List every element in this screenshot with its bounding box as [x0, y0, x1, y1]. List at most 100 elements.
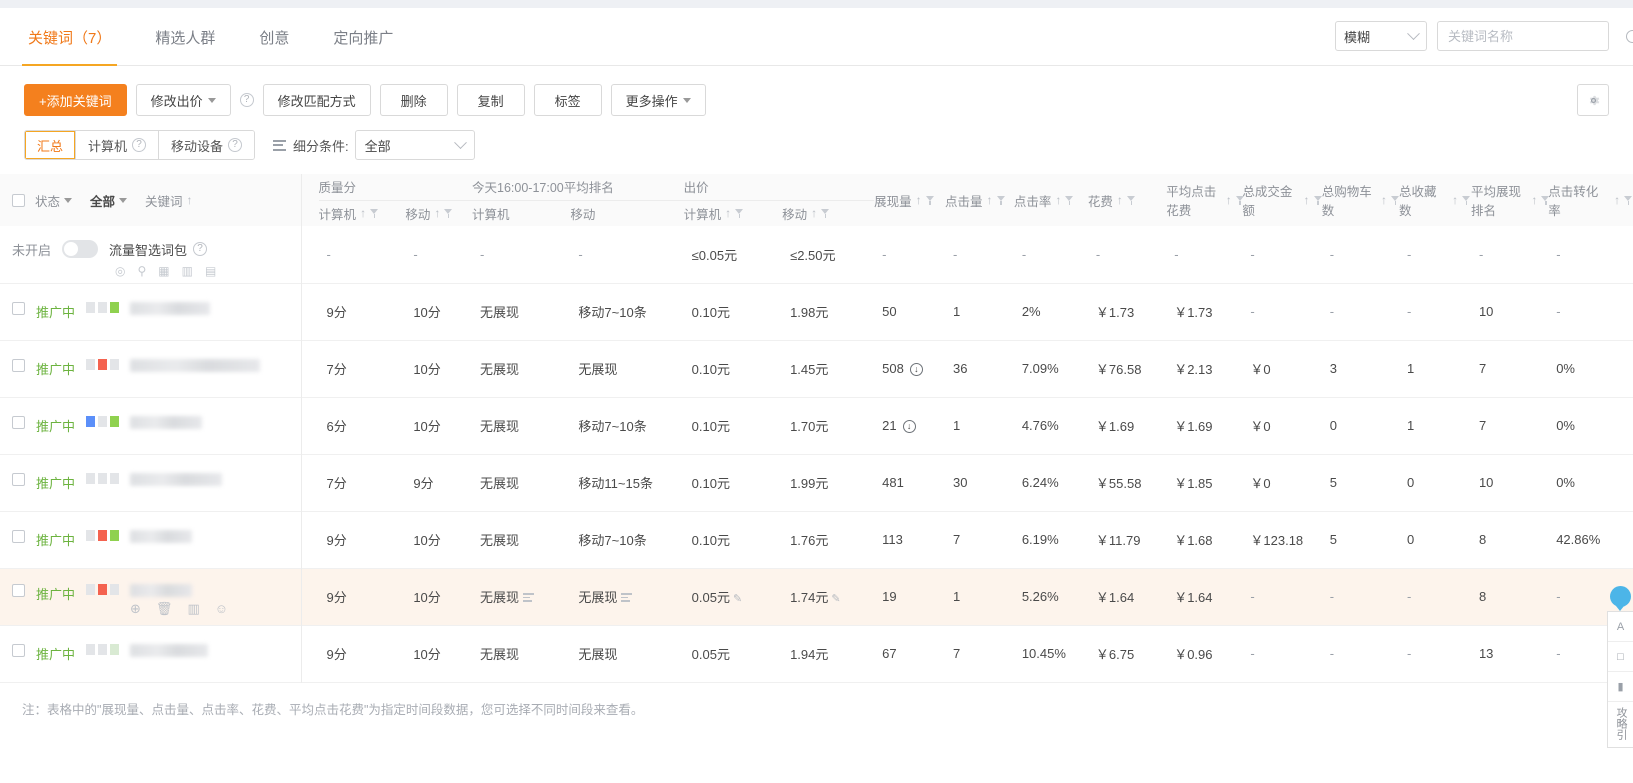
add-circle-icon[interactable]: ⊕ [130, 601, 141, 617]
sort-icon[interactable]: ↑ [434, 206, 440, 220]
header-cpc[interactable]: 平均点击花费↑ [1166, 174, 1242, 226]
sort-icon[interactable]: ↑ [1304, 193, 1310, 207]
emoji-icon[interactable]: ☺ [215, 601, 228, 617]
filter-icon[interactable] [1624, 196, 1633, 205]
sort-icon[interactable]: ↑ [1381, 193, 1387, 207]
sort-icon[interactable]: ↑ [1055, 193, 1061, 207]
filter-icon[interactable] [1391, 196, 1399, 205]
sort-icon[interactable]: ↑ [1117, 193, 1123, 207]
table-row[interactable]: 推广中9分10分无展现移动7~10条0.10元1.76元11376.19%￥11… [0, 511, 1633, 568]
header-cost[interactable]: 花费↑ [1088, 174, 1166, 226]
table-row[interactable]: 推广中⊕🗑▥☺9分10分无展现无展现0.05元✎1.74元✎1915.26%￥1… [0, 568, 1633, 625]
sort-icon[interactable]: ↑ [1614, 193, 1620, 207]
table-row-promo-package[interactable]: 未开启流量智选词包?◎⚲▦▥▤----≤0.05元≤2.50元---------… [0, 226, 1633, 283]
side-widget-vertical-label[interactable]: 攻略引 [1608, 702, 1633, 747]
wrench-icon[interactable]: ⚲ [138, 264, 147, 278]
sort-icon[interactable]: ↑ [916, 193, 922, 207]
filter-icon[interactable] [1236, 196, 1243, 205]
segment-summary[interactable]: 汇总 [25, 131, 76, 159]
row-checkbox[interactable] [12, 302, 25, 315]
side-widget-item-2[interactable]: ▮ [1608, 672, 1633, 702]
all-filter[interactable]: 全部 [90, 191, 127, 210]
rank-detail-icon[interactable] [621, 593, 632, 602]
column-settings-button[interactable] [1577, 84, 1609, 116]
sort-icon[interactable]: ↑ [725, 206, 731, 220]
table-row[interactable]: 推广中9分10分无展现移动7~10条0.10元1.98元5012%￥1.73￥1… [0, 283, 1633, 340]
copy-button[interactable]: 复制 [457, 84, 525, 116]
select-all-checkbox[interactable] [12, 194, 25, 207]
header-impressions[interactable]: 展现量↑ [874, 174, 945, 226]
trash-icon[interactable]: 🗑 [156, 601, 173, 617]
rank-detail-icon[interactable] [523, 593, 534, 602]
row-checkbox[interactable] [12, 644, 25, 657]
sort-icon[interactable]: ↑ [987, 193, 993, 207]
bars-icon[interactable]: ▥ [182, 264, 193, 278]
cell-bid-mobile[interactable]: 1.74元✎ [782, 568, 874, 625]
doc-icon[interactable]: ▤ [205, 264, 216, 278]
tab-audience[interactable]: 精选人群 [151, 9, 219, 65]
subheader-quality-mobile[interactable]: 移动↑ [405, 200, 472, 226]
table-row[interactable]: 推广中6分10分无展现移动7~10条0.10元1.70元21↓14.76%￥1.… [0, 397, 1633, 454]
modify-match-button[interactable]: 修改匹配方式 [263, 84, 371, 116]
header-avg-rank[interactable]: 平均展现排名↑ [1471, 174, 1548, 226]
tab-creative[interactable]: 创意 [255, 9, 293, 65]
row-checkbox[interactable] [12, 416, 25, 429]
filter-icon[interactable] [370, 209, 379, 218]
keyword-search-box[interactable] [1437, 21, 1609, 51]
table-row[interactable]: 推广中7分10分无展现无展现0.10元1.45元508↓367.09%￥76.5… [0, 340, 1633, 397]
sort-icon[interactable]: ↑ [360, 206, 366, 220]
help-icon[interactable]: ? [132, 138, 146, 152]
tab-keywords[interactable]: 关键词（7） [24, 9, 115, 65]
subheader-bid-mobile[interactable]: 移动↑ [782, 200, 874, 226]
header-favorites[interactable]: 总收藏数↑ [1399, 174, 1471, 226]
filter-icon[interactable] [821, 209, 830, 218]
chat-bubble-icon[interactable] [1610, 586, 1631, 607]
side-widget-item-1[interactable]: □ [1608, 642, 1633, 672]
help-icon[interactable]: ? [193, 242, 207, 256]
sort-icon[interactable]: ↑ [1452, 193, 1458, 207]
table-row[interactable]: 推广中7分9分无展现移动11~15条0.10元1.99元481306.24%￥5… [0, 454, 1633, 511]
subheader-bid-pc[interactable]: 计算机↑ [684, 200, 782, 226]
header-gmv[interactable]: 总成交金额↑ [1242, 174, 1321, 226]
target-icon[interactable]: ◎ [115, 264, 125, 278]
help-icon[interactable]: ? [228, 138, 242, 152]
promo-toggle[interactable] [62, 240, 98, 258]
search-input[interactable] [1446, 28, 1626, 45]
sort-icon[interactable]: ↑ [1226, 193, 1232, 207]
row-checkbox[interactable] [12, 530, 25, 543]
filter-icon[interactable] [1314, 196, 1322, 205]
subdivide-select[interactable]: 全部 [355, 130, 475, 160]
add-keyword-button[interactable]: +添加关键词 [24, 84, 127, 116]
more-actions-button[interactable]: 更多操作 [611, 84, 706, 116]
subheader-quality-pc[interactable]: 计算机↑ [319, 200, 406, 226]
sort-icon[interactable]: ↑ [1531, 193, 1537, 207]
row-checkbox[interactable] [12, 473, 25, 486]
side-widget-item-0[interactable]: A [1608, 612, 1633, 642]
filter-icon[interactable] [997, 196, 1006, 205]
filter-icon[interactable] [1065, 196, 1074, 205]
sort-icon[interactable]: ↑ [811, 206, 817, 220]
tag-button[interactable]: 标签 [534, 84, 602, 116]
row-checkbox[interactable] [12, 359, 25, 372]
row-checkbox[interactable] [12, 584, 25, 597]
header-carts[interactable]: 总购物车数↑ [1322, 174, 1399, 226]
chart-icon[interactable]: ▦ [158, 264, 169, 278]
filter-icon[interactable] [1541, 196, 1548, 205]
header-cvr[interactable]: 点击转化率↑ [1548, 174, 1633, 226]
filter-icon[interactable] [1127, 196, 1136, 205]
bars-icon[interactable]: ▥ [187, 601, 199, 617]
filter-icon[interactable] [735, 209, 744, 218]
edit-pencil-icon[interactable]: ✎ [733, 593, 742, 605]
filter-icon[interactable] [444, 209, 453, 218]
tab-targeted-promo[interactable]: 定向推广 [329, 9, 397, 65]
cell-bid-pc[interactable]: 0.05元✎ [684, 568, 782, 625]
match-mode-select[interactable]: 模糊 [1335, 21, 1427, 51]
segment-pc[interactable]: 计算机? [76, 131, 159, 159]
search-icon[interactable] [1626, 30, 1633, 43]
edit-pencil-icon[interactable]: ✎ [831, 593, 840, 605]
keyword-sort[interactable]: 关键词↑ [145, 191, 193, 210]
modify-bid-button[interactable]: 修改出价 [136, 84, 231, 116]
filter-icon[interactable] [926, 196, 935, 205]
header-clicks[interactable]: 点击量↑ [945, 174, 1014, 226]
header-ctr[interactable]: 点击率↑ [1014, 174, 1088, 226]
